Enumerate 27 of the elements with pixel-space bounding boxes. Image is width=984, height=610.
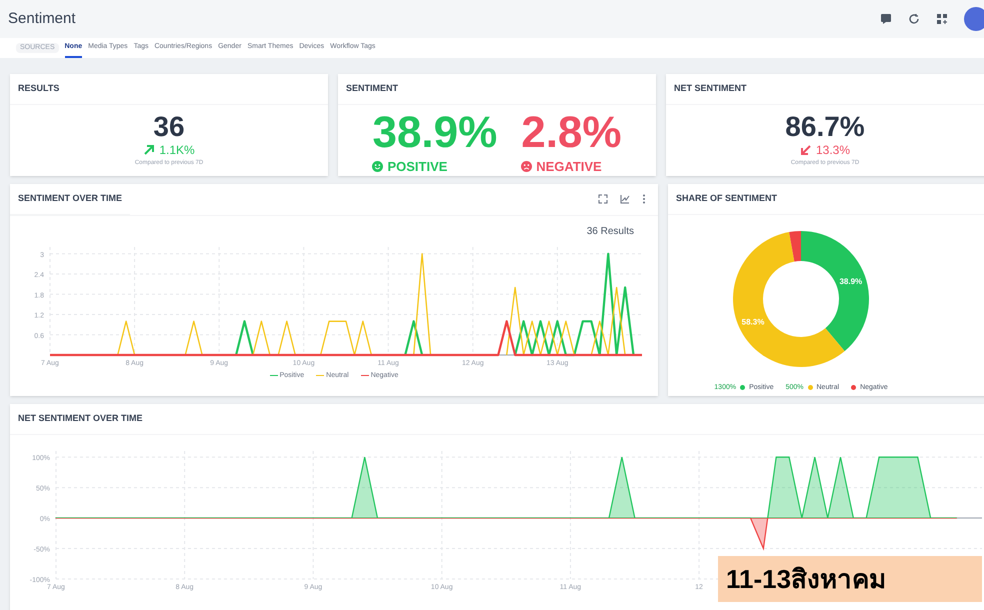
change-percent: 13.3% bbox=[816, 142, 850, 158]
negative-label: NEGATIVE bbox=[536, 158, 602, 176]
card-title: NET SENTIMENT OVER TIME bbox=[10, 404, 984, 434]
date-range-note: 11-13สิงหาคม bbox=[718, 556, 982, 602]
net-sentiment-value: 86.7% bbox=[785, 112, 865, 140]
results-count: 36 Results bbox=[586, 224, 634, 238]
chat-icon[interactable] bbox=[880, 13, 892, 25]
line-chart-icon[interactable] bbox=[620, 194, 630, 204]
card-title: SHARE OF SENTIMENT bbox=[668, 184, 984, 214]
card-title: SENTIMENT OVER TIME bbox=[10, 184, 130, 214]
card-title: SENTIMENT bbox=[338, 74, 656, 104]
results-count: 36 bbox=[153, 112, 185, 140]
expand-icon[interactable] bbox=[598, 194, 608, 204]
positive-label: POSITIVE bbox=[387, 158, 448, 176]
change-percent: 1.1K% bbox=[159, 142, 195, 158]
page-title: Sentiment bbox=[8, 8, 76, 29]
card-title: RESULTS bbox=[10, 74, 328, 104]
positive-percent: 38.9% bbox=[372, 108, 498, 156]
refresh-icon[interactable] bbox=[908, 13, 920, 25]
negative-percent: 2.8% bbox=[521, 108, 622, 156]
grid-icon[interactable] bbox=[936, 13, 948, 25]
frown-icon bbox=[521, 160, 532, 172]
card-title: NET SENTIMENT bbox=[666, 74, 984, 104]
slice-label: 38.9% bbox=[839, 276, 862, 286]
slice-label: 58.3% bbox=[742, 316, 764, 326]
smile-icon bbox=[372, 160, 384, 172]
more-vertical-icon[interactable] bbox=[642, 194, 646, 204]
